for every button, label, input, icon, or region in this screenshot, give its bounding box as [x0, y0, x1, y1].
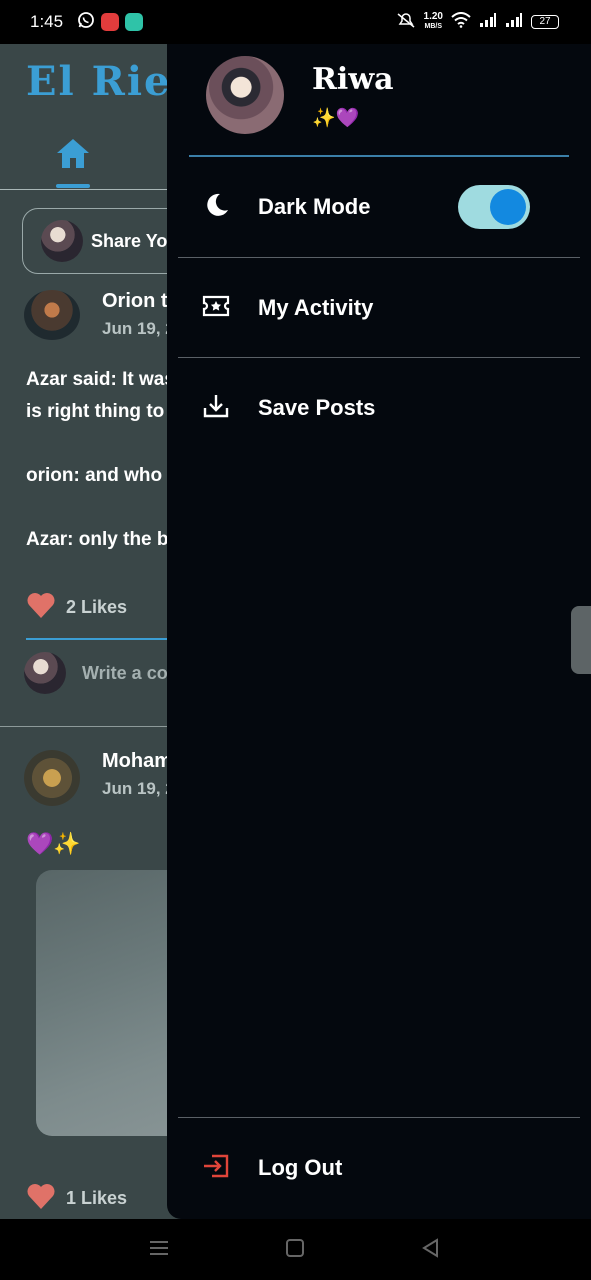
home-tab-indicator	[56, 184, 90, 188]
like-row[interactable]: 2 Likes	[26, 591, 127, 624]
post-line	[26, 428, 179, 460]
logout-button[interactable]: Log Out	[178, 1118, 580, 1218]
menu-label-dark-mode: Dark Mode	[258, 194, 371, 219]
share-placeholder: Share You	[91, 230, 179, 251]
avatar[interactable]	[24, 290, 80, 340]
system-nav-bar	[0, 1219, 591, 1280]
download-icon	[202, 393, 230, 423]
wifi-icon	[451, 12, 471, 31]
signal-icon	[479, 13, 497, 30]
back-icon[interactable]	[420, 1237, 442, 1263]
post-author[interactable]: Moham	[102, 750, 175, 773]
screen-recorder-icon	[101, 13, 120, 31]
post-author[interactable]: Orion t	[102, 290, 175, 313]
profile-avatar[interactable]	[206, 56, 284, 134]
avatar	[24, 652, 66, 694]
likes-count: 2 Likes	[66, 597, 128, 617]
net-speed-value: 1.20	[423, 11, 443, 22]
post-line	[26, 492, 179, 524]
menu-label-my-activity: My Activity	[258, 295, 374, 320]
post-header: Orion t Jun 19, 2	[24, 290, 175, 340]
menu-icon[interactable]	[148, 1237, 170, 1263]
mute-icon	[396, 12, 416, 31]
home-button-icon[interactable]	[285, 1237, 305, 1263]
comment-row[interactable]: Write a com	[24, 652, 184, 694]
home-icon[interactable]	[54, 136, 92, 176]
status-bar: 1:45 1.20 MB/S 27	[0, 0, 591, 44]
whatsapp-icon	[77, 11, 95, 33]
post-line: is right thing to	[26, 401, 165, 422]
dark-mode-toggle[interactable]	[458, 185, 530, 229]
logout-label: Log Out	[258, 1155, 343, 1180]
signal-icon	[505, 13, 523, 30]
net-speed-unit: MB/S	[424, 23, 443, 30]
logout-icon	[202, 1153, 230, 1183]
menu-item-save-posts[interactable]: Save Posts	[178, 358, 580, 458]
heart-icon[interactable]	[26, 1182, 56, 1215]
avatar	[41, 220, 83, 262]
status-indicators: 1.20 MB/S 27	[396, 12, 559, 31]
like-row[interactable]: 1 Likes	[26, 1182, 127, 1215]
toggle-knob	[490, 189, 526, 225]
menu-label-save-posts: Save Posts	[258, 395, 376, 420]
post-line: Azar: only the b	[26, 529, 169, 550]
post-date: Jun 19, 2	[102, 779, 175, 798]
ticket-star-icon	[202, 294, 230, 322]
menu-item-my-activity[interactable]: My Activity	[178, 258, 580, 358]
profile-bio: ✨💜	[312, 107, 360, 129]
avatar[interactable]	[24, 750, 80, 806]
post-body: 💜✨	[26, 831, 81, 856]
likes-count: 1 Likes	[66, 1188, 128, 1208]
battery-indicator: 27	[531, 14, 559, 29]
network-speed: 1.20 MB/S	[424, 12, 443, 31]
post-line: Azar said: It was	[26, 369, 175, 390]
status-time: 1:45	[30, 12, 64, 31]
menu-item-dark-mode[interactable]: Dark Mode	[178, 157, 580, 257]
post-header: Moham Jun 19, 2	[24, 750, 175, 806]
edge-scroll-handle[interactable]	[571, 606, 591, 674]
post-date: Jun 19, 2	[102, 319, 175, 338]
moon-icon	[202, 191, 230, 223]
profile-name[interactable]: Riwa	[312, 62, 394, 97]
chat-app-icon	[125, 13, 144, 31]
post-line: orion: and who d	[26, 465, 180, 486]
post-body: Azar said: It was is right thing to orion:…	[26, 364, 179, 556]
heart-icon[interactable]	[26, 591, 56, 624]
navigation-drawer: Riwa ✨💜 Dark Mode My Activity Save Posts…	[167, 44, 591, 1219]
